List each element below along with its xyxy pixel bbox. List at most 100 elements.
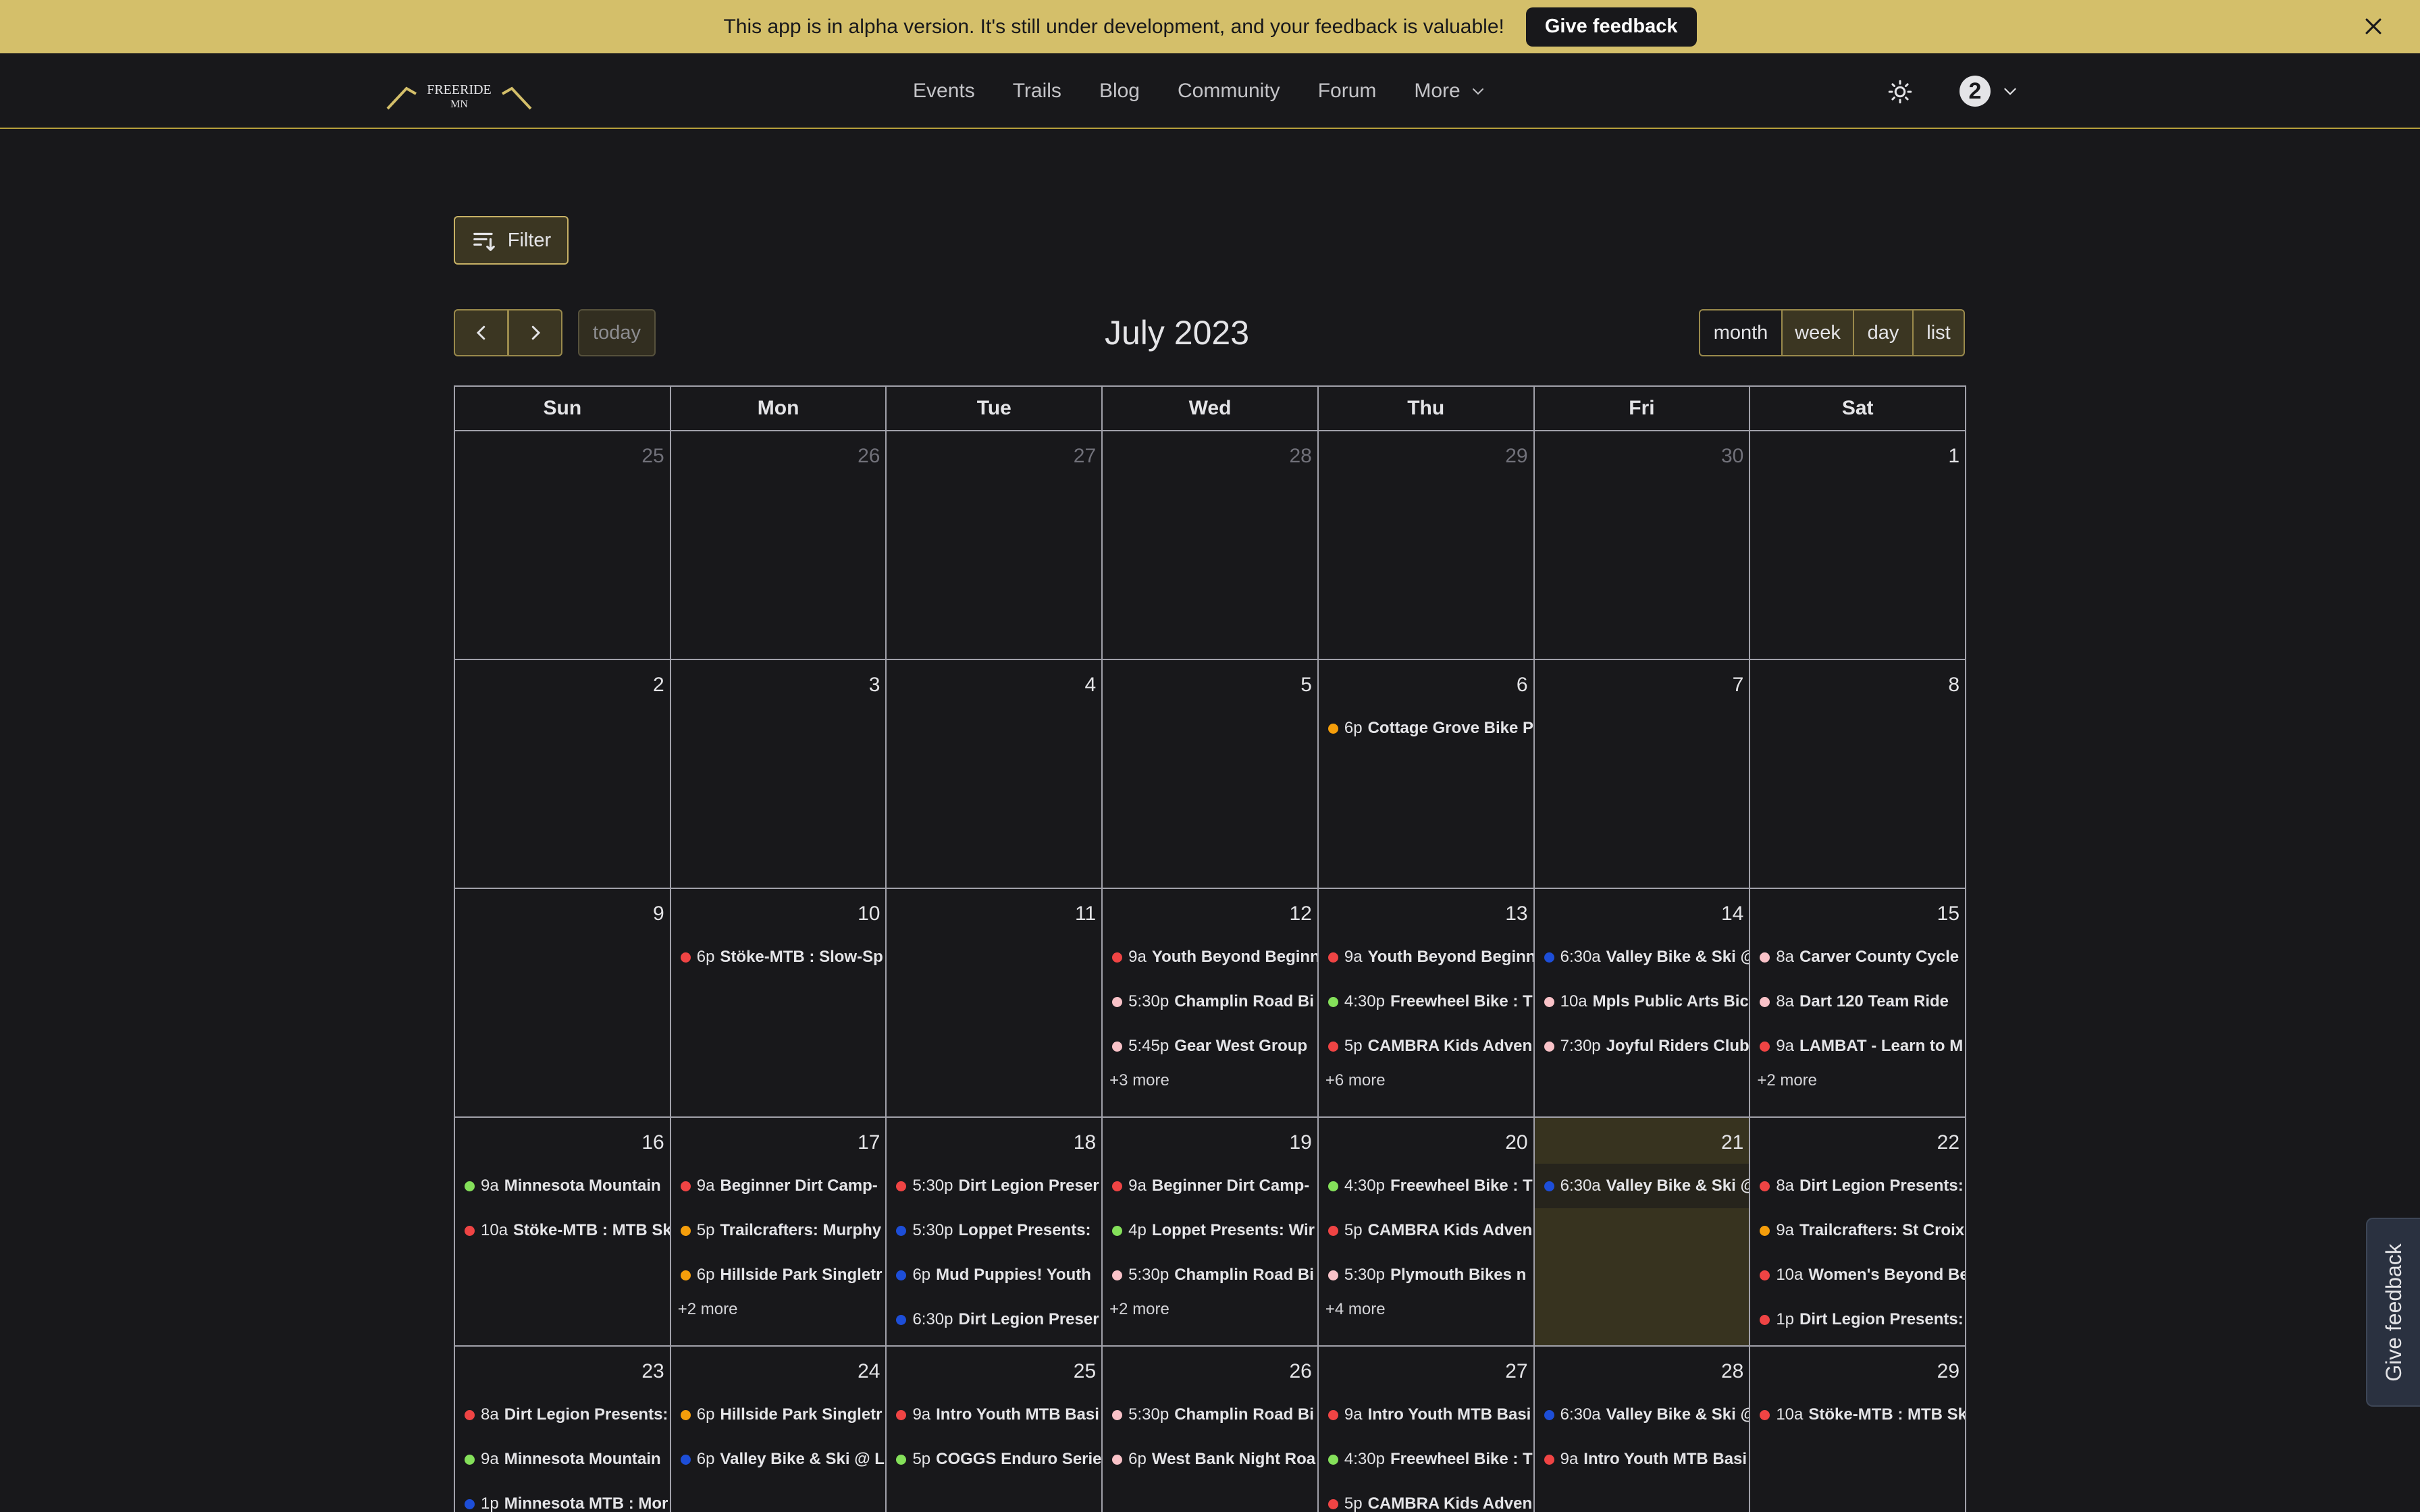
- calendar-day-cell[interactable]: 13 9a Youth Beyond Beginn 4:30p Freewheel Bi…: [1318, 889, 1535, 1118]
- day-number[interactable]: 4: [1084, 674, 1096, 697]
- calendar-event[interactable]: 10a Women's Beyond Be: [1750, 1253, 1965, 1297]
- calendar-day-cell[interactable]: 29 10a Stöke-MTB : MTB Sk: [1750, 1347, 1967, 1512]
- calendar-event[interactable]: 6:30a Valley Bike & Ski @: [1534, 1164, 1750, 1208]
- calendar-event[interactable]: 10a Stöke-MTB : MTB Sk: [455, 1208, 670, 1253]
- nav-trails[interactable]: Trails: [1013, 80, 1061, 103]
- calendar-event[interactable]: 6:30a Valley Bike & Ski @: [1535, 1393, 1749, 1437]
- calendar-day-cell[interactable]: 7: [1534, 660, 1751, 889]
- day-number[interactable]: 18: [1074, 1131, 1096, 1154]
- calendar-day-cell[interactable]: 2: [455, 660, 671, 889]
- calendar-day-cell[interactable]: 26: [670, 431, 887, 660]
- sun-icon[interactable]: [1888, 80, 1912, 104]
- prev-month-button[interactable]: [454, 309, 508, 356]
- calendar-event[interactable]: 6p West Bank Night Roa: [1103, 1437, 1317, 1482]
- calendar-event[interactable]: 5:30p Dirt Legion Preser: [887, 1164, 1101, 1208]
- calendar-day-cell[interactable]: 24 6p Hillside Park Singletr 6p Valley Bike …: [671, 1347, 887, 1512]
- calendar-day-cell[interactable]: 27 9a Intro Youth MTB Basi 4:30p Freewheel B…: [1319, 1347, 1535, 1512]
- day-number[interactable]: 13: [1505, 902, 1527, 925]
- day-number[interactable]: 28: [1290, 445, 1312, 468]
- calendar-day-cell[interactable]: 14 6:30a Valley Bike & Ski @ 10a Mpls Public…: [1534, 889, 1751, 1118]
- give-feedback-button[interactable]: Give feedback: [1525, 7, 1697, 47]
- calendar-event[interactable]: 1p Dirt Legion Presents:: [1750, 1297, 1965, 1342]
- day-number[interactable]: 20: [1505, 1131, 1527, 1154]
- more-events-link[interactable]: +3 more: [1103, 1069, 1317, 1093]
- calendar-day-cell[interactable]: 29: [1318, 431, 1535, 660]
- calendar-day-cell[interactable]: 11: [887, 889, 1103, 1118]
- view-day-button[interactable]: day: [1853, 309, 1914, 356]
- calendar-event[interactable]: 5:45p Gear West Group: [1103, 1024, 1317, 1069]
- today-button[interactable]: today: [578, 309, 656, 356]
- nav-blog[interactable]: Blog: [1099, 80, 1140, 103]
- day-number[interactable]: 30: [1721, 445, 1743, 468]
- calendar-event[interactable]: 9a Minnesota Mountain: [455, 1164, 670, 1208]
- filter-button[interactable]: Filter: [454, 216, 569, 265]
- calendar-event[interactable]: 8a Dirt Legion Presents:: [1750, 1164, 1965, 1208]
- day-number[interactable]: 25: [1074, 1360, 1096, 1383]
- next-month-button[interactable]: [508, 309, 562, 356]
- calendar-event[interactable]: 5:30p Plymouth Bikes n: [1319, 1253, 1533, 1297]
- view-month-button[interactable]: month: [1699, 309, 1783, 356]
- calendar-event[interactable]: 9a Intro Youth MTB Basi: [1319, 1393, 1533, 1437]
- user-menu[interactable]: 2: [1959, 74, 2019, 109]
- calendar-event[interactable]: 9a Youth Beyond Beginn: [1319, 935, 1533, 979]
- day-number[interactable]: 19: [1290, 1131, 1312, 1154]
- calendar-day-cell[interactable]: 6 6p Cottage Grove Bike P: [1318, 660, 1535, 889]
- calendar-day-cell[interactable]: 17 9a Beginner Dirt Camp- 5p Trailcrafters: …: [670, 1118, 887, 1347]
- day-number[interactable]: 17: [858, 1131, 880, 1154]
- day-number[interactable]: 9: [653, 902, 664, 925]
- day-number[interactable]: 10: [858, 902, 880, 925]
- day-number[interactable]: 29: [1505, 445, 1527, 468]
- calendar-day-cell[interactable]: 5: [1103, 660, 1319, 889]
- calendar-event[interactable]: 9a Beginner Dirt Camp-: [1103, 1164, 1317, 1208]
- calendar-event[interactable]: 9a Intro Youth MTB Basi: [1535, 1437, 1750, 1482]
- day-number[interactable]: 27: [1074, 445, 1096, 468]
- day-number[interactable]: 23: [641, 1360, 664, 1383]
- calendar-event[interactable]: 10a Mpls Public Arts Bic: [1535, 979, 1750, 1024]
- view-list-button[interactable]: list: [1912, 309, 1965, 356]
- calendar-event[interactable]: 9a LAMBAT - Learn to M: [1750, 1024, 1965, 1069]
- calendar-event[interactable]: 9a Trailcrafters: St Croix: [1750, 1208, 1965, 1253]
- nav-events[interactable]: Events: [913, 80, 975, 103]
- calendar-day-cell[interactable]: 1: [1750, 431, 1967, 660]
- calendar-event[interactable]: 5:30p Champlin Road Bi: [1103, 1253, 1317, 1297]
- calendar-event[interactable]: 5p CAMBRA Kids Adven: [1319, 1208, 1533, 1253]
- view-week-button[interactable]: week: [1781, 309, 1854, 356]
- calendar-event[interactable]: 5p CAMBRA Kids Adven: [1319, 1482, 1533, 1512]
- day-number[interactable]: 3: [869, 674, 880, 697]
- calendar-day-cell[interactable]: 22 8a Dirt Legion Presents: 9a Trailcrafters…: [1750, 1118, 1967, 1347]
- day-number[interactable]: 2: [653, 674, 664, 697]
- day-number[interactable]: 29: [1937, 1360, 1959, 1383]
- calendar-day-cell[interactable]: 25 9a Intro Youth MTB Basi 5p COGGS Enduro S…: [887, 1347, 1103, 1512]
- calendar-day-cell[interactable]: 18 5:30p Dirt Legion Preser 5:30p Loppet Pre…: [887, 1118, 1103, 1347]
- more-events-link[interactable]: +2 more: [671, 1297, 886, 1322]
- more-events-link[interactable]: +6 more: [1319, 1069, 1533, 1093]
- calendar-day-cell[interactable]: 10 6p Stöke-MTB : Slow-Sp: [670, 889, 887, 1118]
- day-number[interactable]: 11: [1075, 902, 1096, 925]
- calendar-day-cell[interactable]: 28 6:30a Valley Bike & Ski @ 9a Intro Youth …: [1535, 1347, 1751, 1512]
- calendar-day-cell[interactable]: 9: [455, 889, 671, 1118]
- calendar-day-cell[interactable]: 19 9a Beginner Dirt Camp- 4p Loppet Presents…: [1103, 1118, 1319, 1347]
- day-number[interactable]: 26: [1290, 1360, 1312, 1383]
- calendar-event[interactable]: 8a Carver County Cycle: [1750, 935, 1965, 979]
- nav-forum[interactable]: Forum: [1318, 80, 1377, 103]
- calendar-day-cell[interactable]: 4: [887, 660, 1103, 889]
- calendar-event[interactable]: 10a Stöke-MTB : MTB Sk: [1750, 1393, 1965, 1437]
- calendar-day-cell[interactable]: 12 9a Youth Beyond Beginn 5:30p Champlin Roa…: [1103, 889, 1319, 1118]
- calendar-event[interactable]: 4:30p Freewheel Bike : T: [1319, 1164, 1533, 1208]
- day-number[interactable]: 15: [1937, 902, 1959, 925]
- calendar-event[interactable]: 6p Mud Puppies! Youth: [887, 1253, 1101, 1297]
- calendar-event[interactable]: 4p Loppet Presents: Wir: [1103, 1208, 1317, 1253]
- calendar-event[interactable]: 9a Youth Beyond Beginn: [1103, 935, 1317, 979]
- calendar-event[interactable]: 6p Stöke-MTB : Slow-Sp: [671, 935, 886, 979]
- more-events-link[interactable]: +4 more: [1319, 1297, 1533, 1322]
- day-number[interactable]: 28: [1721, 1360, 1743, 1383]
- calendar-day-cell[interactable]: 20 4:30p Freewheel Bike : T 5p CAMBRA Kids A…: [1318, 1118, 1535, 1347]
- calendar-day-cell[interactable]: 8: [1750, 660, 1967, 889]
- calendar-day-cell[interactable]: 28: [1103, 431, 1319, 660]
- calendar-day-cell[interactable]: 30: [1534, 431, 1751, 660]
- freeride-mn-logo[interactable]: FREERIDE MN: [386, 80, 532, 110]
- calendar-event[interactable]: 8a Dart 120 Team Ride: [1750, 979, 1965, 1024]
- nav-community[interactable]: Community: [1178, 80, 1280, 103]
- calendar-event[interactable]: 6p Valley Bike & Ski @ Lo: [671, 1437, 885, 1482]
- calendar-event[interactable]: 5p CAMBRA Kids Adven: [1319, 1024, 1533, 1069]
